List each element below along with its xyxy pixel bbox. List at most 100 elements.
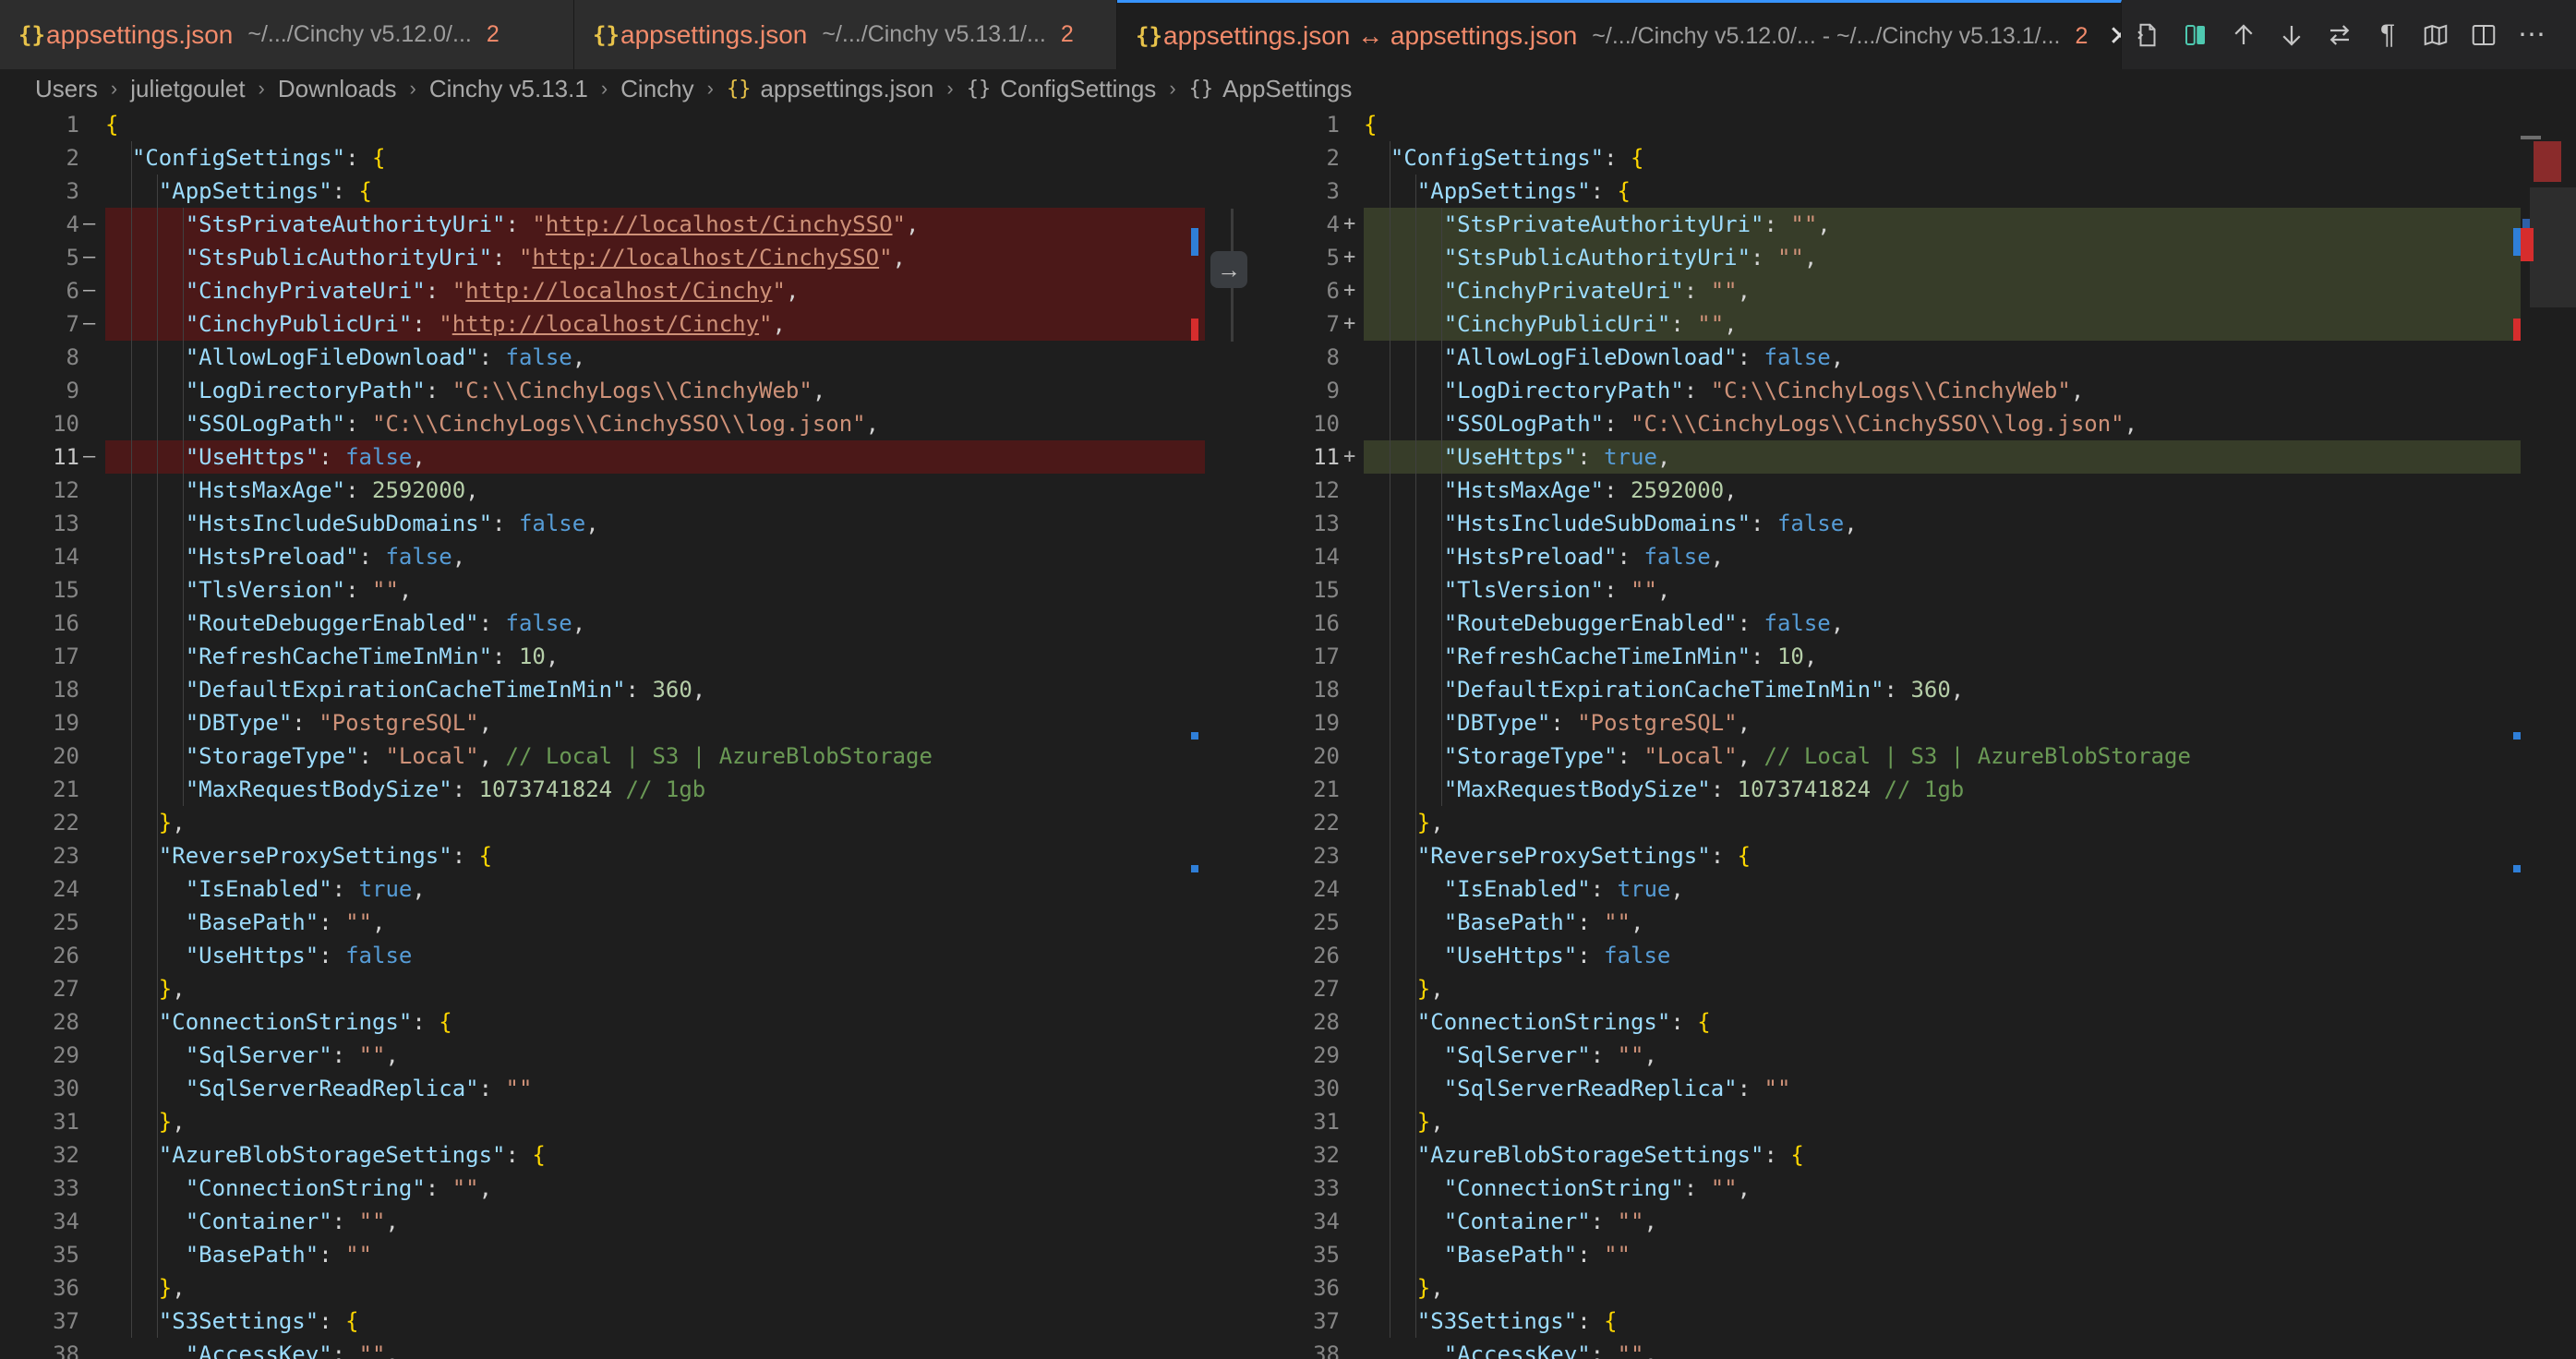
breadcrumb-item[interactable]: Cinchy bbox=[620, 75, 693, 103]
breadcrumb-item[interactable]: Users bbox=[35, 75, 98, 103]
code-line[interactable]: 13 "HstsIncludeSubDomains": false, bbox=[0, 507, 1205, 540]
code-line[interactable]: 22 }, bbox=[0, 806, 1205, 839]
code-line[interactable]: 7— "CinchyPublicUri": "http://localhost/… bbox=[0, 307, 1205, 341]
code-line[interactable]: 31 }, bbox=[1260, 1105, 2521, 1138]
breadcrumb-item[interactable]: appsettings.json bbox=[760, 75, 933, 103]
breadcrumb-item[interactable]: ConfigSettings bbox=[1000, 75, 1156, 103]
code-line[interactable]: 32 "AzureBlobStorageSettings": { bbox=[1260, 1138, 2521, 1172]
code-line[interactable]: 15 "TlsVersion": "", bbox=[1260, 573, 2521, 607]
code-line[interactable]: 35 "BasePath": "" bbox=[1260, 1238, 2521, 1271]
tab-appsettings-5120[interactable]: {} appsettings.json ~/.../Cinchy v5.12.0… bbox=[0, 0, 574, 69]
code-line[interactable]: 33 "ConnectionString": "", bbox=[1260, 1172, 2521, 1205]
code-line[interactable]: 34 "Container": "", bbox=[0, 1205, 1205, 1238]
code-line[interactable]: 9 "LogDirectoryPath": "C:\\CinchyLogs\\C… bbox=[1260, 374, 2521, 407]
code-line[interactable]: 12 "HstsMaxAge": 2592000, bbox=[0, 474, 1205, 507]
next-change-icon[interactable] bbox=[2268, 11, 2316, 59]
code-line[interactable]: 10 "SSOLogPath": "C:\\CinchyLogs\\Cinchy… bbox=[0, 407, 1205, 440]
breadcrumb-item[interactable]: Cinchy v5.13.1 bbox=[429, 75, 588, 103]
code-line[interactable]: 30 "SqlServerReadReplica": "" bbox=[0, 1072, 1205, 1105]
code-line[interactable]: 14 "HstsPreload": false, bbox=[0, 540, 1205, 573]
code-line[interactable]: 21 "MaxRequestBodySize": 1073741824 // 1… bbox=[1260, 773, 2521, 806]
diff-toggle-icon[interactable] bbox=[2172, 11, 2220, 59]
code-line[interactable]: 5— "StsPublicAuthorityUri": "http://loca… bbox=[0, 241, 1205, 274]
code-line[interactable]: 16 "RouteDebuggerEnabled": false, bbox=[0, 607, 1205, 640]
code-line[interactable]: 27 }, bbox=[0, 972, 1205, 1005]
code-line[interactable]: 22 }, bbox=[1260, 806, 2521, 839]
code-line[interactable]: 17 "RefreshCacheTimeInMin": 10, bbox=[1260, 640, 2521, 673]
modified-editor[interactable]: 1{2 "ConfigSettings": {3 "AppSettings": … bbox=[1260, 108, 2521, 1359]
code-line[interactable]: 1{ bbox=[0, 108, 1205, 141]
code-line[interactable]: 6 + "CinchyPrivateUri": "", bbox=[1260, 274, 2521, 307]
code-line[interactable]: 26 "UseHttps": false bbox=[1260, 939, 2521, 972]
code-line[interactable]: 36 }, bbox=[0, 1271, 1205, 1305]
code-line[interactable]: 18 "DefaultExpirationCacheTimeInMin": 36… bbox=[1260, 673, 2521, 706]
code-line[interactable]: 16 "RouteDebuggerEnabled": false, bbox=[1260, 607, 2521, 640]
original-editor[interactable]: 1{2 "ConfigSettings": {3 "AppSettings": … bbox=[0, 108, 1205, 1359]
breadcrumb-item[interactable]: julietgoulet bbox=[130, 75, 245, 103]
close-tab-button[interactable]: ✕ bbox=[2108, 20, 2121, 53]
code-line[interactable]: 12 "HstsMaxAge": 2592000, bbox=[1260, 474, 2521, 507]
code-line[interactable]: 27 }, bbox=[1260, 972, 2521, 1005]
code-line[interactable]: 1{ bbox=[1260, 108, 2521, 141]
code-line[interactable]: 31 }, bbox=[0, 1105, 1205, 1138]
previous-change-icon[interactable] bbox=[2220, 11, 2268, 59]
split-editor-icon[interactable] bbox=[2460, 11, 2508, 59]
code-line[interactable]: 2 "ConfigSettings": { bbox=[1260, 141, 2521, 174]
code-line[interactable]: 23 "ReverseProxySettings": { bbox=[1260, 839, 2521, 872]
revert-change-button[interactable]: → bbox=[1210, 251, 1247, 288]
code-line[interactable]: 2 "ConfigSettings": { bbox=[0, 141, 1205, 174]
code-line[interactable]: 28 "ConnectionStrings": { bbox=[0, 1005, 1205, 1039]
tab-diff-appsettings[interactable]: {} appsettings.json ↔ appsettings.json ~… bbox=[1117, 0, 2122, 69]
breadcrumb-item[interactable]: Downloads bbox=[278, 75, 397, 103]
code-line[interactable]: 24 "IsEnabled": true, bbox=[1260, 872, 2521, 906]
code-line[interactable]: 18 "DefaultExpirationCacheTimeInMin": 36… bbox=[0, 673, 1205, 706]
code-line[interactable]: 8 "AllowLogFileDownload": false, bbox=[0, 341, 1205, 374]
code-line[interactable]: 25 "BasePath": "", bbox=[1260, 906, 2521, 939]
code-line[interactable]: 6— "CinchyPrivateUri": "http://localhost… bbox=[0, 274, 1205, 307]
code-line[interactable]: 28 "ConnectionStrings": { bbox=[1260, 1005, 2521, 1039]
code-line[interactable]: 15 "TlsVersion": "", bbox=[0, 573, 1205, 607]
code-line[interactable]: 23 "ReverseProxySettings": { bbox=[0, 839, 1205, 872]
tab-appsettings-5131[interactable]: {} appsettings.json ~/.../Cinchy v5.13.1… bbox=[574, 0, 1117, 69]
code-line[interactable]: 14 "HstsPreload": false, bbox=[1260, 540, 2521, 573]
code-line[interactable]: 37 "S3Settings": { bbox=[1260, 1305, 2521, 1338]
code-line[interactable]: 26 "UseHttps": false bbox=[0, 939, 1205, 972]
code-line[interactable]: 37 "S3Settings": { bbox=[0, 1305, 1205, 1338]
code-line[interactable]: 20 "StorageType": "Local", // Local | S3… bbox=[0, 740, 1205, 773]
code-line[interactable]: 7 + "CinchyPublicUri": "", bbox=[1260, 307, 2521, 341]
overview-ruler[interactable] bbox=[2521, 108, 2576, 1359]
code-line[interactable]: 29 "SqlServer": "", bbox=[1260, 1039, 2521, 1072]
code-line[interactable]: 4 + "StsPrivateAuthorityUri": "", bbox=[1260, 208, 2521, 241]
code-line[interactable]: 35 "BasePath": "" bbox=[0, 1238, 1205, 1271]
code-line[interactable]: 36 }, bbox=[1260, 1271, 2521, 1305]
code-line[interactable]: 21 "MaxRequestBodySize": 1073741824 // 1… bbox=[0, 773, 1205, 806]
code-line[interactable]: 4— "StsPrivateAuthorityUri": "http://loc… bbox=[0, 208, 1205, 241]
swap-icon[interactable] bbox=[2316, 11, 2364, 59]
code-line[interactable]: 34 "Container": "", bbox=[1260, 1205, 2521, 1238]
code-line[interactable]: 25 "BasePath": "", bbox=[0, 906, 1205, 939]
code-line[interactable]: 13 "HstsIncludeSubDomains": false, bbox=[1260, 507, 2521, 540]
code-line[interactable]: 38 "AccessKey": "", bbox=[0, 1338, 1205, 1359]
code-line[interactable]: 32 "AzureBlobStorageSettings": { bbox=[0, 1138, 1205, 1172]
code-line[interactable]: 29 "SqlServer": "", bbox=[0, 1039, 1205, 1072]
code-line[interactable]: 3 "AppSettings": { bbox=[0, 174, 1205, 208]
open-file-icon[interactable] bbox=[2124, 11, 2172, 59]
code-line[interactable]: 33 "ConnectionString": "", bbox=[0, 1172, 1205, 1205]
code-line[interactable]: 9 "LogDirectoryPath": "C:\\CinchyLogs\\C… bbox=[0, 374, 1205, 407]
code-line[interactable]: 11 + "UseHttps": true, bbox=[1260, 440, 2521, 474]
code-line[interactable]: 30 "SqlServerReadReplica": "" bbox=[1260, 1072, 2521, 1105]
code-line[interactable]: 17 "RefreshCacheTimeInMin": 10, bbox=[0, 640, 1205, 673]
code-line[interactable]: 5 + "StsPublicAuthorityUri": "", bbox=[1260, 241, 2521, 274]
code-line[interactable]: 3 "AppSettings": { bbox=[1260, 174, 2521, 208]
breadcrumb-item[interactable]: AppSettings bbox=[1222, 75, 1352, 103]
code-line[interactable]: 20 "StorageType": "Local", // Local | S3… bbox=[1260, 740, 2521, 773]
code-line[interactable]: 19 "DBType": "PostgreSQL", bbox=[0, 706, 1205, 740]
whitespace-icon[interactable]: ¶ bbox=[2364, 11, 2412, 59]
more-actions-icon[interactable]: ⋯ bbox=[2508, 11, 2556, 59]
code-line[interactable]: 8 "AllowLogFileDownload": false, bbox=[1260, 341, 2521, 374]
map-icon[interactable] bbox=[2412, 11, 2460, 59]
code-line[interactable]: 24 "IsEnabled": true, bbox=[0, 872, 1205, 906]
code-line[interactable]: 10 "SSOLogPath": "C:\\CinchyLogs\\Cinchy… bbox=[1260, 407, 2521, 440]
code-line[interactable]: 11— "UseHttps": false, bbox=[0, 440, 1205, 474]
code-line[interactable]: 19 "DBType": "PostgreSQL", bbox=[1260, 706, 2521, 740]
